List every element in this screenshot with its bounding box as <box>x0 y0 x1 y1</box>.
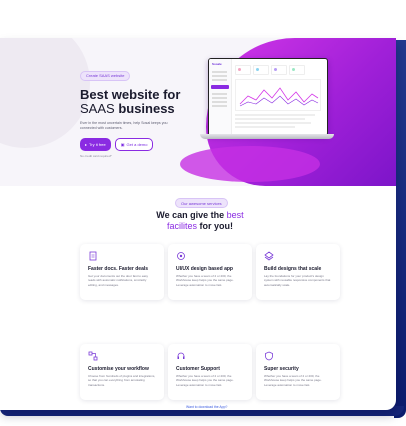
services-title-accent: best <box>226 210 244 220</box>
service-card-title: Customise your workflow <box>88 366 149 372</box>
services-title-light: facilites <box>166 221 197 231</box>
stat-card <box>253 65 269 75</box>
hero-title-light: SAAS <box>80 101 115 116</box>
document-icon <box>89 251 97 261</box>
dashboard-logo: Sosale <box>212 62 222 66</box>
laptop-base <box>200 134 334 139</box>
hero-buttons: ▸ Try it free ▣ Get a demo <box>80 138 200 151</box>
shield-icon <box>265 351 273 361</box>
dashboard-screen: Sosale <box>208 58 328 136</box>
service-card-title: Build designs that scale <box>264 266 322 272</box>
get-demo-button[interactable]: ▣ Get a demo <box>114 138 154 151</box>
try-free-label: Try it free <box>89 142 106 147</box>
dashboard-sidebar: Sosale <box>209 59 232 135</box>
line-chart-graphic <box>239 87 319 107</box>
get-demo-label: Get a demo <box>126 142 148 147</box>
browser-frame: Create SAAS website Best website for SAA… <box>0 38 396 410</box>
sidebar-nav-line <box>212 79 227 81</box>
service-card-desc: Whether you have a team of 2 or 200, the… <box>176 374 234 387</box>
service-card[interactable]: Customise your workflow Choose from hund… <box>80 344 164 400</box>
hero-title-bold: business <box>118 101 175 116</box>
sidebar-active-item <box>211 85 229 89</box>
try-free-button[interactable]: ▸ Try it free <box>80 138 111 151</box>
service-card-desc: Lay the foundations for your product's d… <box>264 274 331 287</box>
sidebar-nav-line <box>212 93 227 95</box>
hero-title-line1: Best website for <box>80 87 181 102</box>
hero-section: Create SAAS website Best website for SAA… <box>0 38 396 186</box>
stat-card <box>271 65 287 75</box>
hero-lead: Ever in the most uncertain times, help S… <box>80 121 168 130</box>
service-card-title: Customer Support <box>176 366 220 372</box>
hero-pill: Create SAAS website <box>80 70 131 81</box>
hero-title: Best website for SAAS business <box>80 88 200 116</box>
service-card[interactable]: Build designs that scale Lay the foundat… <box>256 244 340 300</box>
design-icon <box>177 252 185 260</box>
hero-text: Create SAAS website Best website for SAA… <box>80 64 200 158</box>
services-title-bold: for you! <box>199 221 234 231</box>
sidebar-nav-line <box>212 71 227 73</box>
dashboard-chart <box>235 79 321 111</box>
service-card-desc: Choose from hundreds of plugins and inte… <box>88 374 156 387</box>
support-icon <box>177 352 185 359</box>
calendar-icon: ▣ <box>120 142 125 147</box>
services-title-line1: We can give the <box>156 210 225 220</box>
sidebar-nav-line <box>212 75 227 77</box>
workflow-icon <box>88 351 98 361</box>
service-card[interactable]: UI/UX design based app Whether you have … <box>168 244 252 300</box>
service-card[interactable]: Super security Whether you have a team o… <box>256 344 340 400</box>
service-card-title: Super security <box>264 366 299 372</box>
service-card-desc: Get your documents out the door fast to … <box>88 274 149 287</box>
sidebar-nav-line <box>212 105 227 107</box>
service-card-title: UI/UX design based app <box>176 266 233 272</box>
service-card-desc: Whether you have a team of 2 or 200, the… <box>264 374 322 387</box>
stat-card <box>235 65 251 75</box>
service-card-title: Faster docs. Faster deals <box>88 266 149 272</box>
table-line <box>235 118 305 120</box>
stat-card <box>289 65 305 75</box>
service-card[interactable]: Customer Support Whether you have a team… <box>168 344 252 400</box>
laptop-mockup: Sosale <box>200 58 334 170</box>
service-card[interactable]: Faster docs. Faster deals Get your docum… <box>80 244 164 300</box>
layers-icon <box>264 251 274 261</box>
play-icon: ▸ <box>85 142 88 147</box>
table-line <box>235 114 315 116</box>
table-line <box>235 126 295 128</box>
services-pill: Our awesome services <box>175 198 228 208</box>
services-title: We can give the best facilites for you! <box>120 210 280 232</box>
decorative-blob <box>0 38 90 148</box>
table-line <box>235 122 311 124</box>
sidebar-nav-line <box>212 101 227 103</box>
hero-note: No credit card required* <box>80 154 112 158</box>
service-card-desc: Whether you have a team of 2 or 200, the… <box>176 274 234 287</box>
sidebar-nav-line <box>212 97 227 99</box>
download-app-link[interactable]: Want to download the App? <box>186 405 227 409</box>
